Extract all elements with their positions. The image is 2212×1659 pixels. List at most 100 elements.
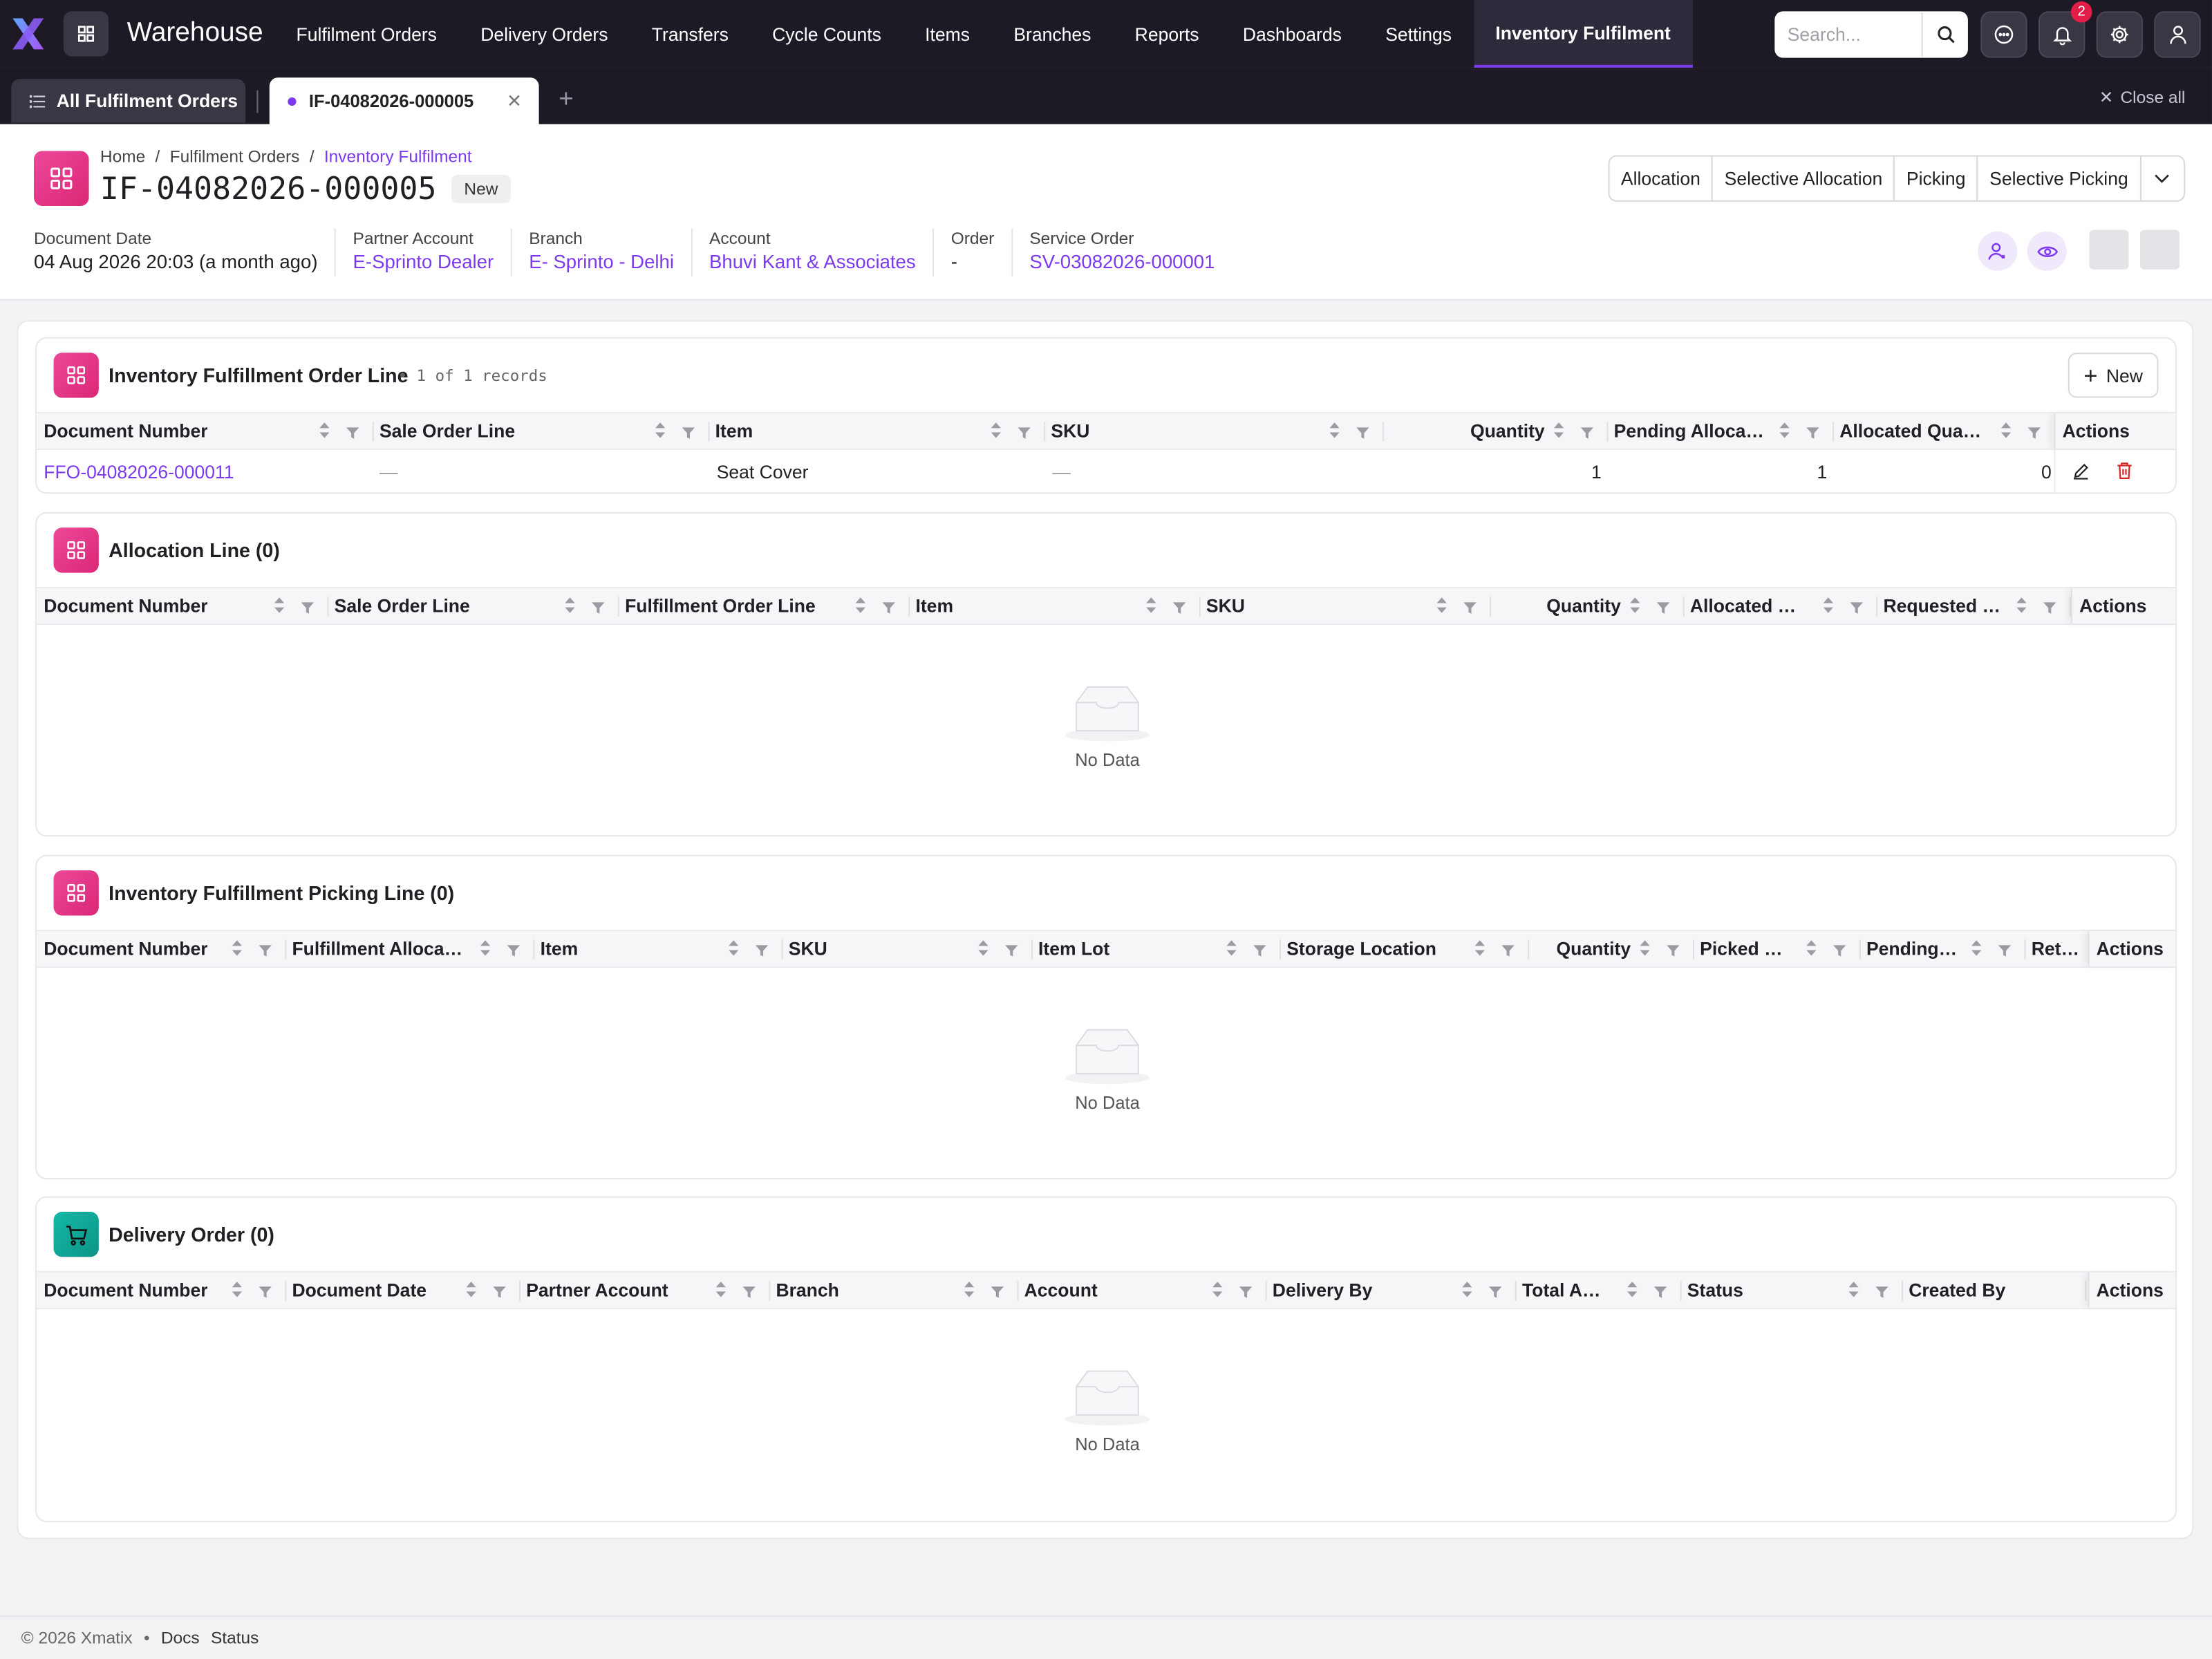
filter-icon[interactable]: [1501, 941, 1515, 957]
new-line-button[interactable]: + New: [2068, 353, 2159, 398]
delete-icon[interactable]: [2116, 461, 2133, 480]
sort-icon[interactable]: [855, 597, 866, 613]
assignee-button[interactable]: [1978, 231, 2018, 271]
sort-icon[interactable]: [2016, 597, 2027, 613]
column-header[interactable]: Return: [2025, 931, 2088, 966]
filter-icon[interactable]: [991, 1282, 1004, 1298]
xmatix-logo-icon[interactable]: [0, 0, 57, 68]
sort-icon[interactable]: [1461, 1281, 1472, 1297]
account-link[interactable]: Bhuvi Kant & Associates: [709, 251, 916, 272]
tab-all-fulfilment-orders[interactable]: All Fulfilment Orders: [11, 79, 246, 123]
nav-reports[interactable]: Reports: [1113, 0, 1221, 68]
filter-icon[interactable]: [1833, 941, 1846, 957]
sort-icon[interactable]: [728, 939, 739, 956]
filter-icon[interactable]: [742, 1282, 756, 1298]
column-header[interactable]: Sale Order Line: [327, 588, 617, 624]
selective-allocation-button[interactable]: Selective Allocation: [1713, 156, 1895, 200]
sort-icon[interactable]: [1848, 1281, 1859, 1297]
column-header[interactable]: Sale Order Line: [373, 413, 709, 449]
sort-icon[interactable]: [1436, 597, 1447, 613]
docs-link[interactable]: Docs: [161, 1628, 200, 1648]
filter-icon[interactable]: [507, 941, 521, 957]
filter-icon[interactable]: [1356, 423, 1369, 439]
column-header[interactable]: Fulfillment Order Line: [618, 588, 908, 624]
breadcrumb-home[interactable]: Home: [100, 147, 145, 167]
filter-icon[interactable]: [1656, 598, 1670, 614]
partner-account-link[interactable]: E-Sprinto Dealer: [353, 251, 494, 272]
nav-transfers[interactable]: Transfers: [630, 0, 750, 68]
filter-icon[interactable]: [682, 423, 695, 439]
filter-icon[interactable]: [301, 598, 315, 614]
filter-icon[interactable]: [1875, 1282, 1888, 1298]
column-header[interactable]: Quantity: [1528, 931, 1693, 966]
column-header[interactable]: Branch: [769, 1273, 1017, 1308]
sort-icon[interactable]: [1971, 939, 1982, 956]
column-header[interactable]: Item: [708, 413, 1044, 449]
close-tab-icon[interactable]: ✕: [507, 91, 522, 113]
tab-current-document[interactable]: IF-04082026-000005 ✕: [269, 77, 539, 124]
column-header[interactable]: Partner Account: [519, 1273, 769, 1308]
filter-icon[interactable]: [1849, 598, 1863, 614]
column-header[interactable]: Document Date: [285, 1273, 519, 1308]
sort-icon[interactable]: [991, 422, 1002, 438]
sort-icon[interactable]: [465, 1281, 476, 1297]
column-header[interactable]: SKU: [1044, 413, 1382, 449]
column-header[interactable]: Item: [533, 931, 781, 966]
column-header[interactable]: Fulfillment Allocatio...: [285, 931, 533, 966]
sort-icon[interactable]: [715, 1281, 727, 1297]
filter-icon[interactable]: [1998, 941, 2012, 957]
nav-settings[interactable]: Settings: [1364, 0, 1474, 68]
nav-fulfilment-orders[interactable]: Fulfilment Orders: [274, 0, 459, 68]
sort-icon[interactable]: [480, 939, 491, 956]
filter-icon[interactable]: [258, 1282, 272, 1298]
settings-button[interactable]: [2096, 11, 2143, 58]
nav-branches[interactable]: Branches: [992, 0, 1113, 68]
column-header[interactable]: Delivery By: [1266, 1273, 1515, 1308]
filter-icon[interactable]: [258, 941, 272, 957]
nav-inventory-fulfilment[interactable]: Inventory Fulfilment: [1473, 0, 1693, 68]
filter-icon[interactable]: [1004, 941, 1018, 957]
sort-icon[interactable]: [1226, 939, 1237, 956]
sort-icon[interactable]: [319, 422, 330, 438]
column-header[interactable]: SKU: [1199, 588, 1490, 624]
column-header[interactable]: Created By: [1902, 1273, 2085, 1308]
nav-dashboards[interactable]: Dashboards: [1221, 0, 1363, 68]
add-tab-icon[interactable]: +: [559, 84, 573, 114]
sort-icon[interactable]: [1806, 939, 1817, 956]
column-header[interactable]: Quantity: [1490, 588, 1683, 624]
column-header[interactable]: Storage Location: [1280, 931, 1528, 966]
filter-icon[interactable]: [755, 941, 769, 957]
column-header[interactable]: Document Number: [37, 413, 373, 449]
sort-icon[interactable]: [2000, 422, 2012, 438]
column-header[interactable]: Document Number: [37, 588, 327, 624]
column-header[interactable]: Item: [908, 588, 1199, 624]
filter-icon[interactable]: [1017, 423, 1031, 439]
service-order-link[interactable]: SV-03082026-000001: [1029, 251, 1215, 272]
status-link[interactable]: Status: [211, 1628, 259, 1648]
app-switcher-icon[interactable]: [63, 11, 109, 57]
sort-icon[interactable]: [1145, 597, 1156, 613]
watch-button[interactable]: [2027, 231, 2067, 271]
sort-icon[interactable]: [1779, 422, 1790, 438]
sort-icon[interactable]: [1212, 1281, 1223, 1297]
filter-icon[interactable]: [1488, 1282, 1502, 1298]
filter-icon[interactable]: [2027, 423, 2041, 439]
column-header[interactable]: Picked Qu...: [1693, 931, 1859, 966]
column-header[interactable]: Allocated Quantity: [1833, 413, 2054, 449]
column-header[interactable]: SKU: [782, 931, 1031, 966]
sort-icon[interactable]: [232, 1281, 243, 1297]
breadcrumb-fulfilment-orders[interactable]: Fulfilment Orders: [170, 147, 300, 167]
column-header[interactable]: Requested Q...: [1876, 588, 2070, 624]
filter-icon[interactable]: [1806, 423, 1819, 439]
sort-icon[interactable]: [964, 1281, 975, 1297]
column-header[interactable]: Item Lot: [1031, 931, 1280, 966]
selective-picking-button[interactable]: Selective Picking: [1978, 156, 2141, 200]
sort-icon[interactable]: [655, 422, 666, 438]
sort-icon[interactable]: [232, 939, 243, 956]
user-profile-button[interactable]: [2154, 11, 2201, 58]
filter-icon[interactable]: [1653, 1282, 1667, 1298]
filter-icon[interactable]: [492, 1282, 506, 1298]
close-all-tabs-button[interactable]: ✕ Close all: [2099, 88, 2186, 108]
branch-link[interactable]: E- Sprinto - Delhi: [529, 251, 674, 272]
nav-cycle-counts[interactable]: Cycle Counts: [750, 0, 903, 68]
